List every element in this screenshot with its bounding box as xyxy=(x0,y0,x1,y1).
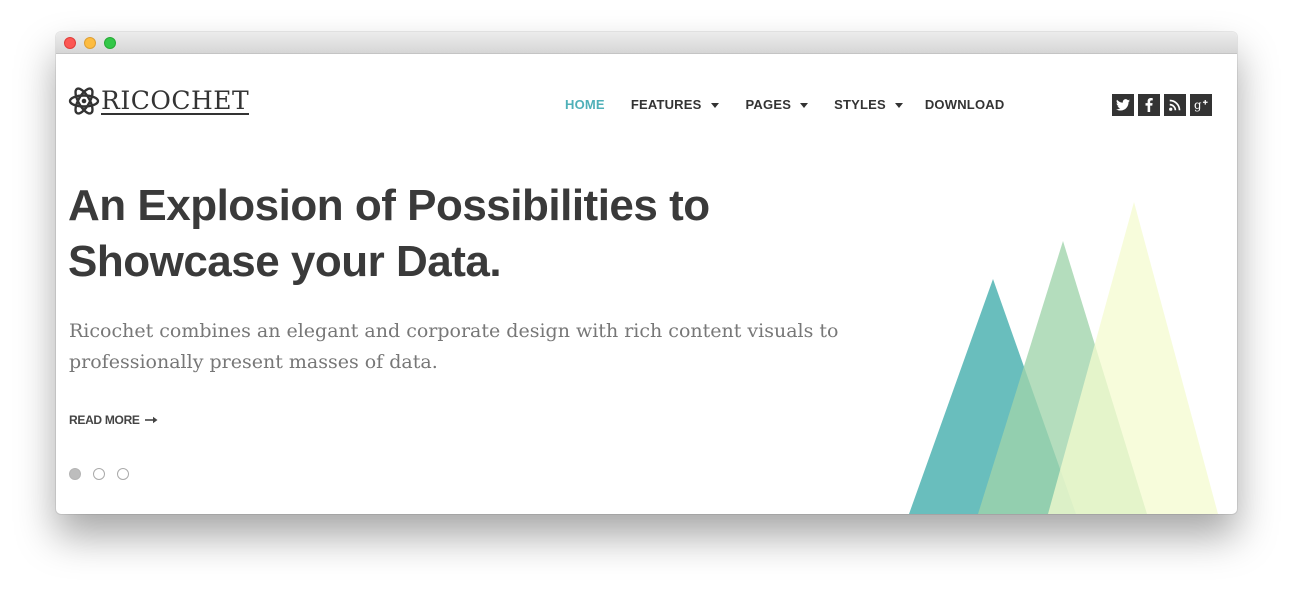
window-titlebar xyxy=(56,32,1237,54)
window-close-button[interactable] xyxy=(64,37,76,49)
nav-item-label: HOME xyxy=(565,97,605,112)
nav-item-label: DOWNLOAD xyxy=(924,97,1005,112)
read-more-link[interactable]: READ MORE xyxy=(69,413,158,427)
google-plus-icon: g xyxy=(1194,98,1208,112)
nav-item-download[interactable]: DOWNLOAD xyxy=(925,97,1005,112)
browser-window: RICOCHET HOME FEATURES PAGES STYLES DOWN… xyxy=(56,32,1237,514)
logo-text: RICOCHET xyxy=(101,85,250,115)
rss-button[interactable] xyxy=(1164,94,1186,116)
twitter-button[interactable] xyxy=(1112,94,1134,116)
twitter-icon xyxy=(1116,99,1130,111)
logo[interactable]: RICOCHET xyxy=(68,84,250,118)
nav-item-label: PAGES xyxy=(745,97,792,112)
facebook-icon xyxy=(1145,98,1153,112)
atom-icon xyxy=(68,87,100,115)
hero-description: Ricochet combines an elegant and corpora… xyxy=(69,320,839,373)
arrow-right-icon xyxy=(144,416,158,424)
slider-dot-2[interactable] xyxy=(93,468,105,480)
google-plus-button[interactable]: g xyxy=(1190,94,1212,116)
slider-dot-3[interactable] xyxy=(117,468,129,480)
facebook-button[interactable] xyxy=(1138,94,1160,116)
main-nav: HOME FEATURES PAGES STYLES DOWNLOAD xyxy=(565,97,1004,112)
nav-item-label: STYLES xyxy=(834,97,886,112)
hero-title: An Explosion of Possibilities to Showcas… xyxy=(68,181,710,286)
social-links: g xyxy=(1112,94,1212,116)
caret-down-icon xyxy=(710,102,719,108)
triangles-illustration xyxy=(909,202,1218,514)
rss-icon xyxy=(1169,99,1181,111)
caret-down-icon xyxy=(894,102,903,108)
nav-item-label: FEATURES xyxy=(630,97,702,112)
nav-item-home[interactable]: HOME xyxy=(565,97,605,112)
caret-down-icon xyxy=(800,102,809,108)
slider-pagination xyxy=(69,468,141,480)
window-zoom-button[interactable] xyxy=(104,37,116,49)
nav-item-pages[interactable]: PAGES xyxy=(746,97,809,112)
window-minimize-button[interactable] xyxy=(84,37,96,49)
svg-text:g: g xyxy=(1194,98,1202,112)
page-content: RICOCHET HOME FEATURES PAGES STYLES DOWN… xyxy=(56,54,1237,514)
nav-item-features[interactable]: FEATURES xyxy=(631,97,719,112)
read-more-label: READ MORE xyxy=(69,413,140,427)
nav-item-styles[interactable]: STYLES xyxy=(834,97,903,112)
slider-dot-1[interactable] xyxy=(69,468,81,480)
